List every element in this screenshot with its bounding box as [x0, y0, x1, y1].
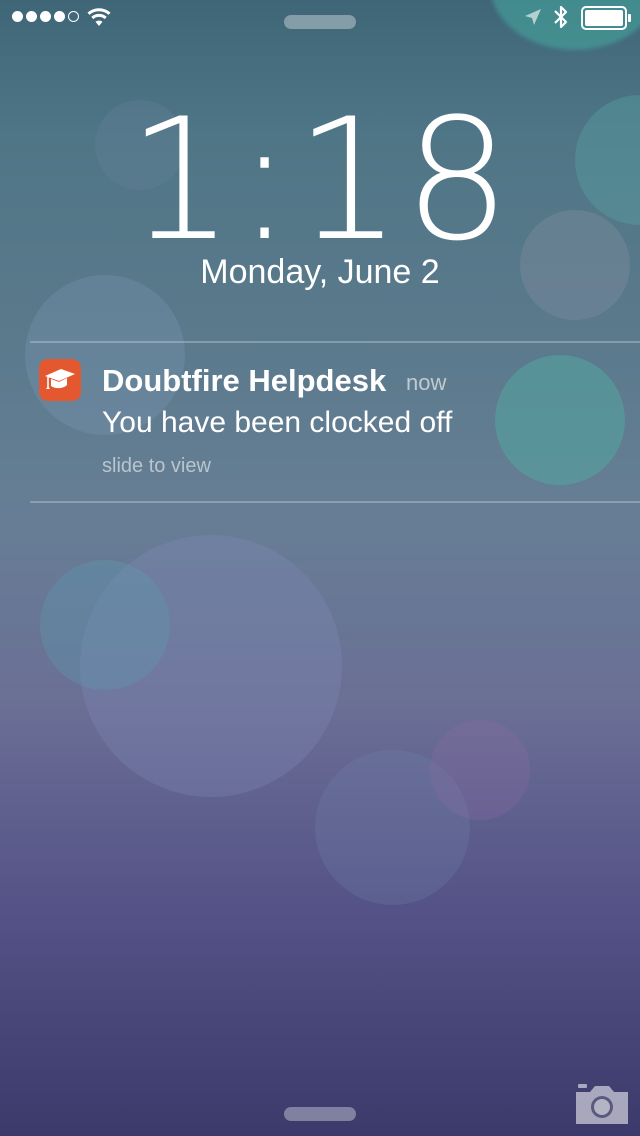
battery-icon [581, 6, 631, 30]
notification-divider-top [30, 341, 640, 343]
notification-app-name: Doubtfire Helpdesk [102, 363, 387, 398]
notification-divider-bottom [30, 501, 640, 503]
slide-to-view-hint[interactable]: slide to view [102, 453, 211, 479]
status-bar [0, 0, 640, 40]
bluetooth-icon [554, 5, 568, 29]
wifi-icon [87, 8, 111, 26]
camera-icon[interactable] [574, 1082, 630, 1126]
location-arrow-icon [525, 9, 541, 25]
lock-date: Monday, June 2 [200, 253, 440, 291]
notification-message: You have been clocked off [102, 406, 453, 439]
lock-time: 1:18 [127, 82, 513, 278]
graduation-cap-icon [39, 359, 81, 401]
lock-screen: 1:18 Monday, June 2 Doubtfire Helpdesk n… [0, 0, 640, 1136]
notification-time: now [406, 370, 447, 395]
signal-strength-icon [12, 11, 79, 22]
control-center-grabber[interactable] [284, 1107, 356, 1121]
notification-center-grabber[interactable] [284, 15, 356, 29]
